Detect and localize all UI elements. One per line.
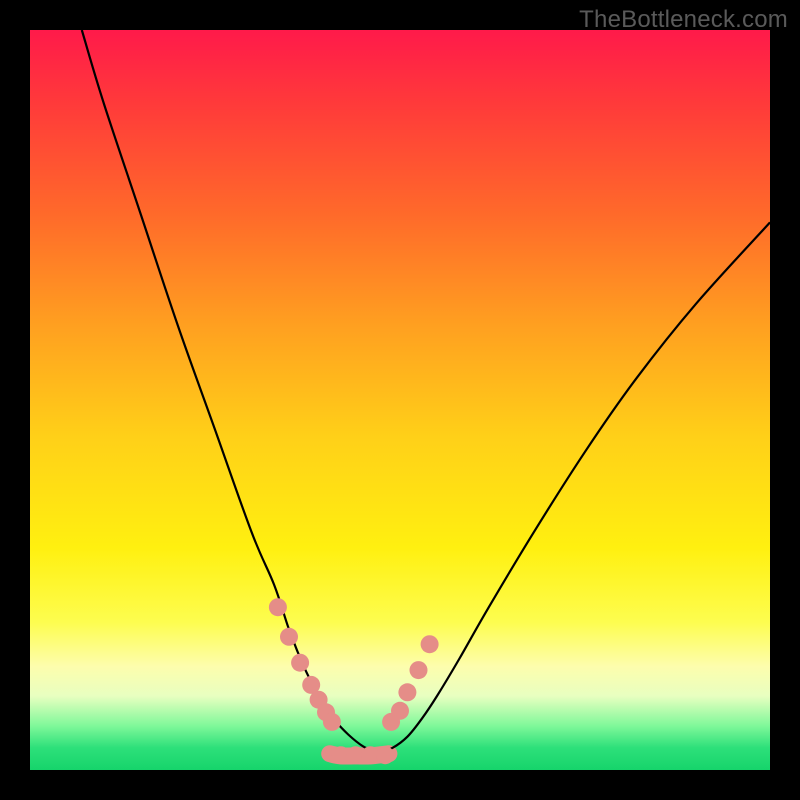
marker-dot bbox=[421, 635, 439, 653]
marker-dot bbox=[376, 746, 394, 764]
chart-frame: TheBottleneck.com bbox=[0, 0, 800, 800]
series-right-curve bbox=[378, 222, 770, 753]
marker-dot bbox=[391, 702, 409, 720]
plot-area bbox=[30, 30, 770, 770]
marker-dot bbox=[269, 598, 287, 616]
series-left-curve bbox=[82, 30, 378, 753]
marker-dot bbox=[280, 628, 298, 646]
marker-dot bbox=[398, 683, 416, 701]
marker-dot bbox=[410, 661, 428, 679]
marker-dot bbox=[291, 654, 309, 672]
chart-svg bbox=[30, 30, 770, 770]
marker-dot bbox=[323, 713, 341, 731]
